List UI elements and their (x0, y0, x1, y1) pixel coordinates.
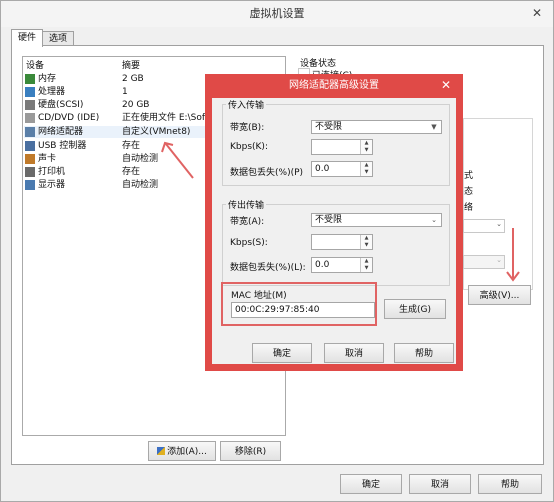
tab-hardware[interactable]: 硬件 (11, 29, 43, 47)
arrow-to-network-adapter (161, 141, 194, 179)
annotation-arrows (161, 141, 520, 282)
arrow-to-advanced-button (506, 228, 520, 282)
